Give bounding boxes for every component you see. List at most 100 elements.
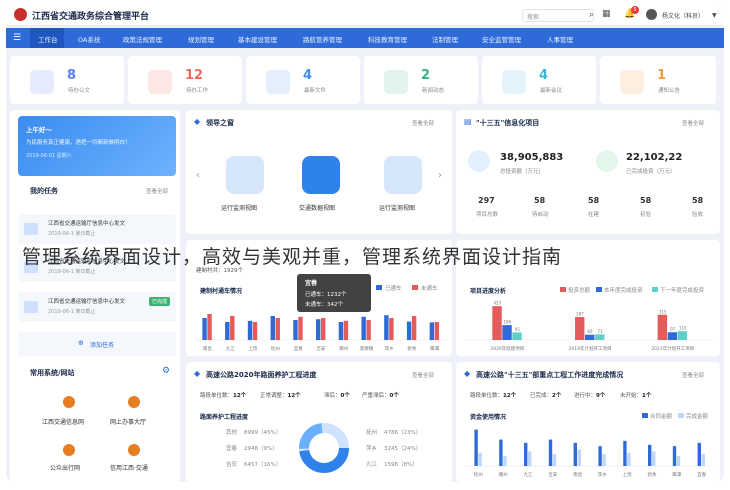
row-name: 萍乡: [366, 446, 378, 452]
task-date: 2019-06-1 某日截止: [48, 231, 96, 237]
tasks-more-link[interactable]: 查看全部: [146, 187, 168, 195]
stat-value: 4: [539, 68, 549, 83]
bar: [672, 446, 677, 466]
bar: [429, 322, 435, 340]
tick-label: 南昌: [203, 345, 212, 352]
layers-icon[interactable]: [384, 156, 422, 194]
legend-label: 未通车: [421, 286, 438, 292]
nav-item-education[interactable]: 科技教育管理: [368, 34, 407, 44]
data-label: 315: [659, 309, 667, 314]
bar: [502, 325, 512, 340]
bar: [652, 451, 656, 466]
legend-label: 合同金额: [650, 414, 673, 420]
row-value: 4786（23%）: [384, 430, 422, 436]
finished-invest-label: 已完成投资（万元）: [626, 169, 676, 175]
stat-card-docs[interactable]: 8 待办公文: [10, 56, 124, 104]
star-icon: [384, 70, 408, 94]
highway13-more-link[interactable]: 查看全部: [682, 371, 704, 379]
shortcut-label[interactable]: 江西交通信息网: [42, 417, 84, 426]
bar: [676, 456, 681, 466]
search-input[interactable]: 搜索 ⌕: [522, 9, 594, 22]
tick-label: 南昌: [573, 471, 582, 478]
shortcut-label[interactable]: 网上办事大厅: [110, 417, 146, 426]
status-badge: 已完成: [148, 297, 170, 306]
nav-item-legal[interactable]: 法制管理: [432, 34, 458, 44]
count-label: 项目总数: [476, 212, 499, 218]
tick-label: 鹰潭: [430, 345, 439, 352]
tick-label: 抚州: [474, 471, 483, 478]
megaphone-icon: [620, 70, 644, 94]
info13-more-link[interactable]: 查看全部: [682, 119, 704, 127]
add-task-button[interactable]: ⊕ 添加任务: [18, 332, 176, 356]
stat-card-news[interactable]: 2 新闻动态: [364, 56, 478, 104]
shortcut-label[interactable]: 公众出行网: [50, 463, 80, 472]
stat-card-files[interactable]: 4 最新文件: [246, 56, 360, 104]
settings-icon[interactable]: ⚙: [162, 366, 170, 376]
row-name: 抚州: [366, 430, 378, 436]
row-name: 宜春: [226, 446, 238, 452]
stat-card-work[interactable]: 12 待办工作: [128, 56, 242, 104]
chevron-left-icon[interactable]: ‹: [196, 170, 200, 181]
bar: [677, 331, 688, 340]
stat-label: 待办公文: [68, 88, 91, 94]
highway2020-subtitle: 路面养护工程进度: [200, 414, 249, 421]
nav-item-workbench[interactable]: 工作台: [38, 34, 58, 44]
data-view-icon[interactable]: [302, 156, 340, 194]
leader-item-label[interactable]: 运行监测视图: [379, 203, 415, 212]
bar: [701, 454, 705, 466]
layers-icon[interactable]: [226, 156, 264, 194]
stat-card-meetings[interactable]: 4 最新会议: [482, 56, 596, 104]
bar: [202, 318, 207, 340]
apps-icon[interactable]: ▦: [602, 9, 611, 19]
data-label: 287: [576, 312, 584, 317]
road-icon: ◆: [194, 369, 201, 378]
avatar[interactable]: [646, 9, 657, 20]
chevron-down-icon[interactable]: ▼: [712, 12, 717, 19]
tick-label: 景德镇: [360, 345, 374, 352]
tooltip-unreached: 未通车：342个: [305, 302, 343, 308]
finished-invest-value: 22,102,22: [626, 152, 683, 163]
shortcut-label[interactable]: 信用江西·交通: [110, 463, 148, 472]
tick-label: 2019年计划开工项目: [569, 345, 612, 352]
nav-item-oa[interactable]: OA系统: [78, 34, 100, 44]
stat-value: 8: [67, 68, 77, 83]
row-name: 九江: [366, 462, 378, 468]
task-icon: [24, 301, 38, 313]
stat-card-notices[interactable]: 1 通知公告: [600, 56, 716, 104]
nav-item-maintenance[interactable]: 路航管养管理: [303, 34, 342, 44]
total-invest-value: 38,905,883: [500, 152, 564, 163]
bar: [585, 334, 595, 340]
user-name[interactable]: 杨文化（科员）: [662, 11, 704, 20]
bar: [207, 314, 212, 340]
emblem-icon: [128, 396, 140, 408]
bar: [524, 442, 528, 466]
menu-icon[interactable]: ☰: [13, 33, 21, 43]
info13-title: "十三五"信息化项目: [476, 119, 540, 127]
chevron-right-icon[interactable]: ›: [438, 170, 442, 181]
leaders-more-link[interactable]: 查看全部: [412, 119, 434, 127]
bar: [577, 449, 581, 466]
stat-label: 通知公告: [658, 88, 681, 94]
emblem-icon: [128, 444, 140, 456]
leader-item-label[interactable]: 运行监测视图: [221, 203, 257, 212]
bar: [411, 316, 417, 340]
task-item[interactable]: 江西省交通运输厅信息中心发文 2019-06-1 某日截止 已完成: [18, 292, 176, 322]
search-icon[interactable]: ⌕: [589, 10, 594, 20]
nav-item-construction[interactable]: 基本建设管理: [238, 34, 277, 44]
app-title: 江西省交通政务综合管理平台: [32, 12, 150, 22]
bar: [275, 318, 280, 340]
leader-item-label[interactable]: 交通数据视图: [299, 203, 335, 212]
nav-item-personnel[interactable]: 人事管理: [547, 34, 573, 44]
bar: [503, 456, 507, 466]
tick-label: 吉安: [317, 345, 326, 352]
row-value: 6457（16%）: [244, 462, 282, 468]
bar: [528, 451, 532, 466]
data-label: 95: [515, 327, 521, 332]
nav-item-safety[interactable]: 安全监管管理: [482, 34, 521, 44]
tick-label: 鹰潭: [672, 471, 681, 478]
nav-item-policy[interactable]: 政策法规管理: [123, 34, 162, 44]
highway2020-more-link[interactable]: 查看全部: [412, 371, 434, 379]
count-label: 在建: [588, 212, 600, 218]
tick-label: 上饶: [248, 345, 257, 352]
nav-item-planning[interactable]: 规划管理: [188, 34, 214, 44]
